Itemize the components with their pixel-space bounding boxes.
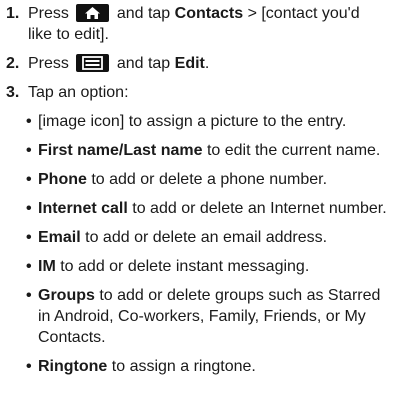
instructions-page: 1. Press and tap Contacts > [contact you… [0, 0, 401, 377]
list-item: Email to add or delete an email address. [26, 227, 393, 248]
list-item: Groups to add or delete groups such as S… [26, 285, 393, 348]
step-3-text: Tap an option: [28, 84, 129, 101]
menu-icon [76, 54, 110, 72]
step-number: 2. [6, 55, 20, 72]
list-item: IM to add or delete instant messaging. [26, 256, 393, 277]
list-item: Internet call to add or delete an Intern… [26, 198, 393, 219]
list-item: Phone to add or delete a phone number. [26, 169, 393, 190]
step-number: 1. [6, 5, 20, 22]
home-icon [76, 4, 110, 22]
step-1-text: Press and tap Contacts > [contact you'd … [28, 4, 360, 43]
edit-label: Edit [174, 55, 205, 72]
list-item: [image icon] to assign a picture to the … [26, 111, 393, 132]
list-item: First name/Last name to edit the current… [26, 140, 393, 161]
step-2-text: Press and tap Edit. [28, 54, 210, 72]
step-3: 3. Tap an option: [6, 82, 393, 103]
step-1: 1. Press and tap Contacts > [contact you… [6, 3, 393, 45]
list-item: Ringtone to assign a ringtone. [26, 356, 393, 377]
step-2: 2. Press and tap Edit. [6, 53, 393, 74]
step-number: 3. [6, 84, 20, 101]
options-list: [image icon] to assign a picture to the … [6, 111, 393, 377]
contacts-label: Contacts [174, 5, 244, 22]
